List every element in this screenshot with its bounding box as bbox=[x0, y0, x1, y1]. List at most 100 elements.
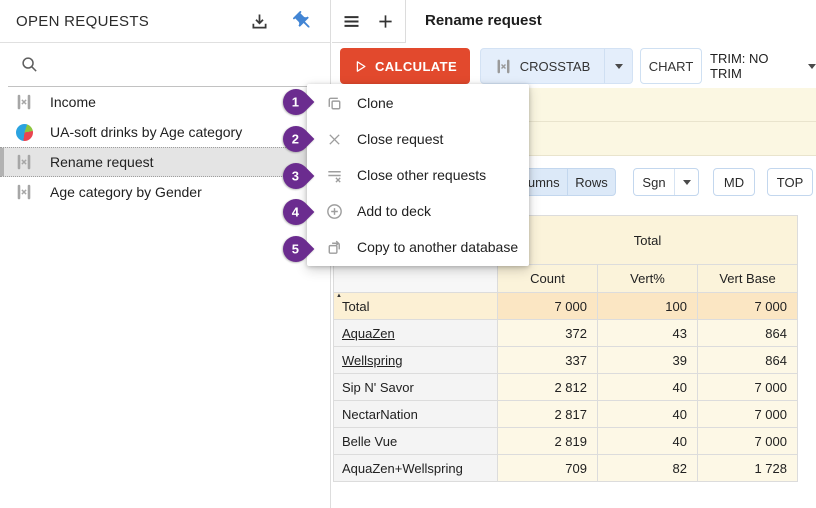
table-cell: 39 bbox=[598, 347, 698, 374]
table-cell: 1 728 bbox=[698, 455, 798, 482]
table-cell: 2 817 bbox=[498, 401, 598, 428]
table-corner-cell bbox=[334, 265, 498, 293]
sgn-dropdown[interactable] bbox=[674, 169, 698, 195]
row-label: Total bbox=[334, 293, 498, 320]
table-cell: 2 819 bbox=[498, 428, 598, 455]
play-icon bbox=[353, 59, 368, 74]
tabstrip bbox=[332, 0, 406, 43]
pin-button[interactable] bbox=[291, 9, 315, 33]
rows-toggle[interactable]: Rows bbox=[567, 169, 615, 195]
table-cell: 372 bbox=[498, 320, 598, 347]
crosstab-icon bbox=[495, 58, 512, 75]
menu-item-label: Close other requests bbox=[357, 167, 486, 183]
badge-number: 1 bbox=[292, 95, 299, 110]
table-cell: 40 bbox=[598, 428, 698, 455]
hamburger-icon bbox=[341, 11, 362, 32]
request-label: Income bbox=[50, 94, 96, 110]
request-toolbar: CALCULATE CROSSTAB CHART TRIM: NO TRIM bbox=[332, 48, 816, 84]
crosstab-dropdown[interactable] bbox=[604, 49, 632, 83]
pin-icon bbox=[292, 10, 314, 32]
download-button[interactable] bbox=[247, 9, 271, 33]
badge-number: 5 bbox=[292, 241, 299, 256]
table-row: Wellspring33739864 bbox=[334, 347, 798, 374]
sidebar-item-age-category-by-gender[interactable]: Age category by Gender bbox=[0, 177, 330, 207]
menu-button[interactable] bbox=[340, 9, 364, 33]
copy-to-database-icon bbox=[325, 238, 344, 257]
table-cell: 337 bbox=[498, 347, 598, 374]
trim-dropdown[interactable]: TRIM: NO TRIM bbox=[710, 48, 816, 84]
plus-icon bbox=[375, 11, 396, 32]
table-cell: 82 bbox=[598, 455, 698, 482]
sgn-label: Sgn bbox=[634, 175, 674, 190]
panel-title: OPEN REQUESTS bbox=[16, 13, 227, 30]
menu-item-clone[interactable]: Clone bbox=[307, 85, 529, 121]
request-search[interactable] bbox=[8, 43, 322, 87]
pie-chart-icon bbox=[14, 122, 34, 142]
request-label: Age category by Gender bbox=[50, 184, 202, 200]
open-requests-panel: OPEN REQUESTS Income UA-soft drinks by Ag… bbox=[0, 0, 331, 508]
menu-item-add-to-deck[interactable]: Add to deck bbox=[307, 193, 529, 229]
table-cell: 2 812 bbox=[498, 374, 598, 401]
table-cell: 7 000 bbox=[698, 401, 798, 428]
table-cell: 709 bbox=[498, 455, 598, 482]
column-header-count[interactable]: Count bbox=[498, 265, 598, 293]
menu-item-label: Close request bbox=[357, 131, 443, 147]
table-row: Total7 0001007 000 bbox=[334, 293, 798, 320]
chevron-down-icon bbox=[808, 64, 816, 69]
table-cell: 100 bbox=[598, 293, 698, 320]
column-header-vert-base[interactable]: Vert Base bbox=[698, 265, 798, 293]
clone-icon bbox=[325, 94, 344, 113]
table-cell: 7 000 bbox=[698, 293, 798, 320]
table-row: Sip N' Savor2 812407 000 bbox=[334, 374, 798, 401]
crosstab-view-button[interactable]: CROSSTAB bbox=[480, 48, 633, 84]
crosstab-icon bbox=[14, 152, 34, 172]
calculate-button[interactable]: CALCULATE bbox=[340, 48, 470, 84]
chevron-down-icon bbox=[683, 180, 691, 185]
page-title: Rename request bbox=[425, 12, 542, 29]
crosstab-icon bbox=[14, 182, 34, 202]
table-row: NectarNation2 817407 000 bbox=[334, 401, 798, 428]
table-cell: 40 bbox=[598, 401, 698, 428]
table-row: AquaZen+Wellspring709821 728 bbox=[334, 455, 798, 482]
menu-item-close-request[interactable]: Close request bbox=[307, 121, 529, 157]
row-label[interactable]: AquaZen bbox=[334, 320, 498, 347]
table-cell: 864 bbox=[698, 320, 798, 347]
sidebar-item-income[interactable]: Income bbox=[0, 87, 330, 117]
table-group-header[interactable]: Total bbox=[498, 216, 798, 265]
add-circle-icon bbox=[325, 202, 344, 221]
close-other-requests-icon bbox=[325, 166, 344, 185]
badge-number: 2 bbox=[292, 131, 299, 146]
search-icon bbox=[20, 55, 39, 74]
chart-view-button[interactable]: CHART bbox=[640, 48, 702, 84]
sidebar-item-ua-soft-drinks-by-age-category[interactable]: UA-soft drinks by Age category bbox=[0, 117, 330, 147]
menu-item-copy-to-another-database[interactable]: Copy to another database bbox=[307, 229, 529, 265]
table-cell: 43 bbox=[598, 320, 698, 347]
table-cell: 40 bbox=[598, 374, 698, 401]
row-label: Sip N' Savor bbox=[334, 374, 498, 401]
sidebar-item-rename-request[interactable]: Rename request bbox=[0, 147, 330, 177]
request-context-menu: Clone Close request Close other requests Ad… bbox=[307, 84, 529, 266]
badge-number: 4 bbox=[292, 205, 299, 220]
table-row: Belle Vue2 819407 000 bbox=[334, 428, 798, 455]
menu-item-label: Copy to another database bbox=[357, 239, 518, 255]
menu-item-close-other-requests[interactable]: Close other requests bbox=[307, 157, 529, 193]
top-button[interactable]: TOP bbox=[767, 168, 813, 196]
search-input[interactable] bbox=[49, 57, 310, 73]
row-label: AquaZen+Wellspring bbox=[334, 455, 498, 482]
request-label: UA-soft drinks by Age category bbox=[50, 124, 242, 140]
md-button[interactable]: MD bbox=[713, 168, 755, 196]
menu-item-label: Clone bbox=[357, 95, 394, 111]
download-icon bbox=[249, 11, 270, 32]
table-cell: 7 000 bbox=[698, 428, 798, 455]
crosstab-label: CROSSTAB bbox=[520, 59, 591, 74]
column-header-vert-[interactable]: Vert% bbox=[598, 265, 698, 293]
request-label: Rename request bbox=[50, 154, 154, 170]
sgn-button[interactable]: Sgn bbox=[633, 168, 699, 196]
chevron-down-icon bbox=[615, 64, 623, 69]
new-request-button[interactable] bbox=[374, 9, 398, 33]
table-cell: 7 000 bbox=[698, 374, 798, 401]
app-window: OPEN REQUESTS Income UA-soft drinks by Ag… bbox=[0, 0, 816, 508]
close-icon bbox=[325, 130, 344, 149]
row-label[interactable]: Wellspring bbox=[334, 347, 498, 374]
row-label: Belle Vue bbox=[334, 428, 498, 455]
